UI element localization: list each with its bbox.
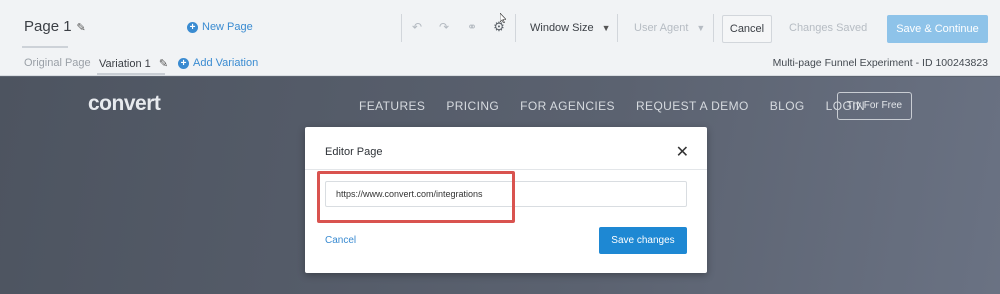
modal-title: Editor Page [325,146,383,158]
plus-circle-icon: + [187,21,198,33]
try-for-free-button[interactable]: Try For Free [837,92,912,120]
link-icon[interactable]: ⚭ [464,19,480,35]
variation-row: Original Page Variation 1 ✎ + Add Variat… [0,52,1000,76]
site-nav: FEATURES PRICING FOR AGENCIES REQUEST A … [359,99,886,113]
mouse-cursor-icon [500,13,506,23]
page-tab[interactable]: Page 1 ✎ [24,18,86,35]
cancel-button[interactable]: Cancel [722,15,772,43]
window-size-label: Window Size [530,22,594,34]
nav-item-features[interactable]: FEATURES [359,99,425,113]
variation-label: Variation 1 [99,58,151,70]
undo-icon[interactable]: ↶ [409,19,425,35]
window-size-dropdown[interactable]: Window Size ▼ [522,14,618,42]
new-page-label: New Page [202,21,253,33]
nav-item-request-demo[interactable]: REQUEST A DEMO [636,99,749,113]
editor-page-modal: Editor Page ✕ Cancel Save changes [305,127,707,273]
save-changes-button[interactable]: Save changes [599,227,687,254]
user-agent-label: User Agent [634,22,689,34]
modal-cancel-link[interactable]: Cancel [325,235,356,246]
divider [515,14,516,42]
user-agent-dropdown[interactable]: User Agent ▼ [628,14,714,42]
highlight-box [317,171,515,223]
site-logo[interactable]: convert [88,92,161,116]
divider [401,14,402,42]
redo-icon[interactable]: ↷ [436,19,452,35]
add-variation-button[interactable]: + Add Variation [178,57,258,69]
save-status: Changes Saved [789,22,868,34]
nav-item-blog[interactable]: BLOG [770,99,805,113]
add-variation-label: Add Variation [193,57,259,69]
chevron-down-icon: ▼ [696,23,706,33]
active-tab-indicator [22,46,68,48]
new-page-button[interactable]: + New Page [187,21,253,33]
divider [305,169,707,170]
tab-variation[interactable]: Variation 1 ✎ [99,57,168,70]
experiment-info: Multi-page Funnel Experiment - ID 100243… [772,57,988,69]
page-title: Page 1 [24,18,72,35]
pencil-icon[interactable]: ✎ [159,57,168,70]
nav-item-for-agencies[interactable]: FOR AGENCIES [520,99,615,113]
chevron-down-icon: ▼ [601,23,611,33]
close-icon[interactable]: ✕ [676,142,689,162]
plus-circle-icon: + [178,57,189,69]
save-continue-button[interactable]: Save & Continue [887,15,988,43]
pencil-icon[interactable]: ✎ [77,21,86,34]
nav-item-pricing[interactable]: PRICING [446,99,499,113]
tab-original-page[interactable]: Original Page [24,57,91,69]
active-tab-indicator [97,73,165,75]
toolbar-main-row: Page 1 ✎ + New Page ↶ ↷ ⚭ ⚙ Window Size ▼… [0,0,1000,50]
editor-toolbar: Page 1 ✎ + New Page ↶ ↷ ⚭ ⚙ Window Size ▼… [0,0,1000,76]
